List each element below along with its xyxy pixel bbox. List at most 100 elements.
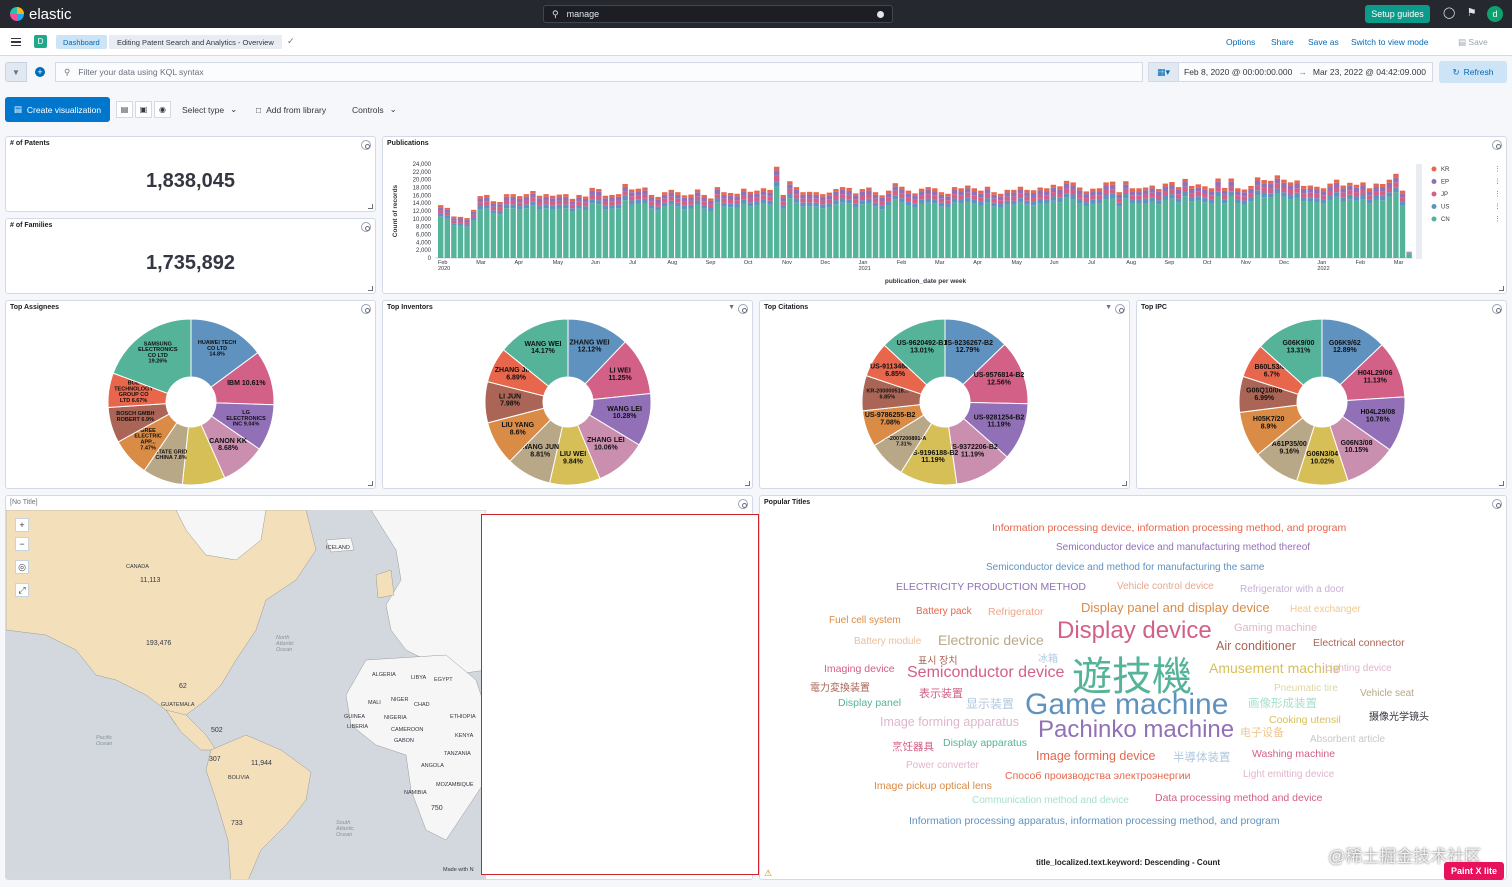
resize-handle-icon[interactable] — [368, 481, 373, 486]
cloud-word[interactable]: Refrigerator — [988, 606, 1043, 618]
calendar-icon[interactable]: ▦▾ — [1149, 63, 1179, 81]
locate-icon[interactable]: ◎ — [15, 560, 29, 574]
cloud-word[interactable]: Display panel and display device — [1081, 600, 1270, 615]
cloud-word[interactable]: Lighting device — [1325, 663, 1392, 674]
cloud-word[interactable]: Pneumatic tire — [1274, 683, 1338, 694]
notifications-icon[interactable]: ⚑ — [1466, 8, 1477, 19]
image-icon[interactable]: ▣ — [135, 101, 152, 118]
cloud-word[interactable]: Electrical connector — [1313, 637, 1405, 649]
cloud-word[interactable]: Image pickup optical lens — [874, 780, 992, 792]
date-picker[interactable]: ▦▾ Feb 8, 2020 @ 00:00:00.000 → Mar 23, … — [1148, 62, 1433, 82]
filter-menu-button[interactable]: ▼ — [5, 62, 27, 82]
cloud-word[interactable]: Air conditioner — [1216, 639, 1296, 653]
markdown-icon[interactable]: ▤ — [116, 101, 133, 118]
menu-icon[interactable] — [11, 38, 21, 46]
save-as-link[interactable]: Save as — [1308, 37, 1339, 47]
check-icon[interactable]: ✓ — [287, 36, 295, 47]
cloud-word[interactable]: Semiconductor device and method for manu… — [986, 562, 1265, 573]
cloud-word[interactable]: Gaming machine — [1234, 622, 1317, 634]
cloud-word[interactable]: Battery module — [854, 636, 921, 647]
kql-placeholder: Filter your data using KQL syntax — [78, 67, 204, 77]
cloud-word[interactable]: Display device — [1057, 617, 1212, 645]
cloud-word[interactable]: Power converter — [906, 760, 979, 771]
cloud-word[interactable]: Semiconductor device and manufacturing m… — [1056, 542, 1310, 553]
panel-options-icon[interactable] — [361, 140, 371, 150]
switch-view-mode-link[interactable]: Switch to view mode — [1351, 37, 1428, 47]
share-link[interactable]: Share — [1271, 37, 1294, 47]
date-start[interactable]: Feb 8, 2020 @ 00:00:00.000 — [1184, 67, 1292, 77]
cloud-word[interactable]: 烹饪器具 — [892, 739, 934, 754]
add-from-library-button[interactable]: □ Add from library — [256, 97, 326, 122]
cloud-word[interactable]: Display panel — [838, 697, 901, 709]
bar-segment-kr — [708, 198, 714, 201]
maps-icon[interactable]: ◉ — [154, 101, 171, 118]
resize-handle-icon[interactable] — [368, 286, 373, 291]
fullscreen-icon[interactable]: ⤢ — [15, 583, 29, 597]
controls-dropdown[interactable]: Controls ⌄ — [352, 97, 397, 122]
world-map[interactable]: + − ◎ ⤢ CANADA 11,113 ICELAND 193,476 AL… — [6, 510, 486, 879]
cloud-word[interactable]: Image forming device — [1036, 749, 1156, 763]
clear-search-icon[interactable] — [877, 10, 884, 18]
cloud-word[interactable]: Information processing apparatus, inform… — [909, 815, 1280, 827]
cloud-word[interactable]: Imaging device — [824, 663, 895, 675]
resize-handle-icon[interactable] — [745, 481, 750, 486]
cloud-word[interactable]: Absorbent article — [1310, 734, 1385, 745]
cloud-word[interactable]: Fuel cell system — [829, 615, 901, 626]
cloud-word[interactable]: 表示装置 — [919, 685, 963, 701]
cloud-word[interactable]: Information processing device, informati… — [992, 522, 1346, 534]
cloud-word[interactable]: 摄像光学镜头 — [1369, 708, 1429, 723]
cloud-word[interactable]: 画像形成装置 — [1248, 695, 1317, 711]
save-button[interactable]: ▤ Save — [1458, 37, 1488, 48]
date-end[interactable]: Mar 23, 2022 @ 04:42:09.000 — [1313, 67, 1426, 77]
cloud-word[interactable]: Semiconductor device — [907, 664, 1064, 682]
refresh-button[interactable]: ↻ Refresh — [1439, 61, 1507, 83]
selection-rectangle — [481, 514, 759, 875]
cloud-word[interactable]: 電力変換装置 — [810, 679, 870, 694]
cloud-word[interactable]: Display apparatus — [943, 737, 1027, 749]
cloud-word[interactable]: Vehicle seat — [1360, 688, 1414, 699]
breadcrumb-dashboard[interactable]: Dashboard — [56, 35, 107, 49]
cloud-word[interactable]: Heat exchanger — [1290, 604, 1361, 615]
setup-guides-button[interactable]: Setup guides — [1365, 5, 1430, 23]
cloud-word[interactable]: 半導体装置 — [1173, 749, 1231, 765]
cloud-word[interactable]: Light emitting device — [1243, 769, 1334, 780]
pie-label-line: H04L29/06 — [1358, 370, 1393, 377]
cloud-word[interactable]: Image forming apparatus — [880, 715, 1019, 729]
cloud-word[interactable]: Refrigerator with a door — [1240, 584, 1345, 595]
options-link[interactable]: Options — [1226, 37, 1255, 47]
elastic-logo[interactable]: elastic — [10, 6, 130, 23]
create-visualization-button[interactable]: ▤ Create visualization — [5, 97, 110, 122]
cloud-word[interactable]: 电子设备 — [1240, 724, 1284, 740]
cloud-word[interactable]: Amusement machine — [1209, 660, 1341, 676]
cloud-word[interactable]: Washing machine — [1252, 748, 1335, 760]
paint-x-lite-badge[interactable]: Paint X lite — [1444, 862, 1504, 880]
warning-icon[interactable]: ⚠ — [764, 868, 772, 879]
resize-handle-icon[interactable] — [1499, 481, 1504, 486]
space-avatar[interactable]: D — [34, 35, 47, 48]
panel-options-icon[interactable] — [361, 222, 371, 232]
bar-segment-jp — [846, 194, 852, 200]
cloud-word[interactable]: Vehicle control device — [1117, 581, 1214, 592]
kql-search-input[interactable]: ⚲ Filter your data using KQL syntax — [55, 62, 1143, 82]
resize-handle-icon[interactable] — [1122, 481, 1127, 486]
cloud-word[interactable]: Electronic device — [938, 632, 1044, 648]
resize-handle-icon[interactable] — [368, 204, 373, 209]
cloud-word[interactable]: Communication method and device — [972, 795, 1129, 806]
cloud-word[interactable]: 显示装置 — [966, 695, 1014, 712]
cloud-word[interactable]: Battery pack — [916, 606, 972, 617]
select-type-dropdown[interactable]: Select type ⌄ — [182, 97, 237, 122]
user-avatar[interactable]: d — [1487, 6, 1503, 22]
add-filter-button[interactable]: + — [31, 63, 49, 81]
panel-options-icon[interactable] — [738, 499, 748, 509]
cloud-word[interactable]: ELECTRICITY PRODUCTION METHOD — [896, 581, 1086, 593]
bar-segment-kr — [1017, 186, 1024, 190]
global-search-input[interactable]: ⚲ manage — [543, 5, 893, 23]
cloud-word[interactable]: Pachinko machine — [1038, 716, 1234, 744]
cloud-word[interactable]: Способ производства электроэнергии — [1005, 770, 1190, 782]
help-icon[interactable]: ◯ — [1443, 8, 1455, 19]
resize-handle-icon[interactable] — [1499, 286, 1504, 291]
cloud-word[interactable]: Data processing method and device — [1155, 792, 1323, 804]
cloud-word[interactable]: 冰箱 — [1038, 650, 1058, 665]
zoom-in-icon[interactable]: + — [15, 518, 29, 532]
zoom-out-icon[interactable]: − — [15, 537, 29, 551]
